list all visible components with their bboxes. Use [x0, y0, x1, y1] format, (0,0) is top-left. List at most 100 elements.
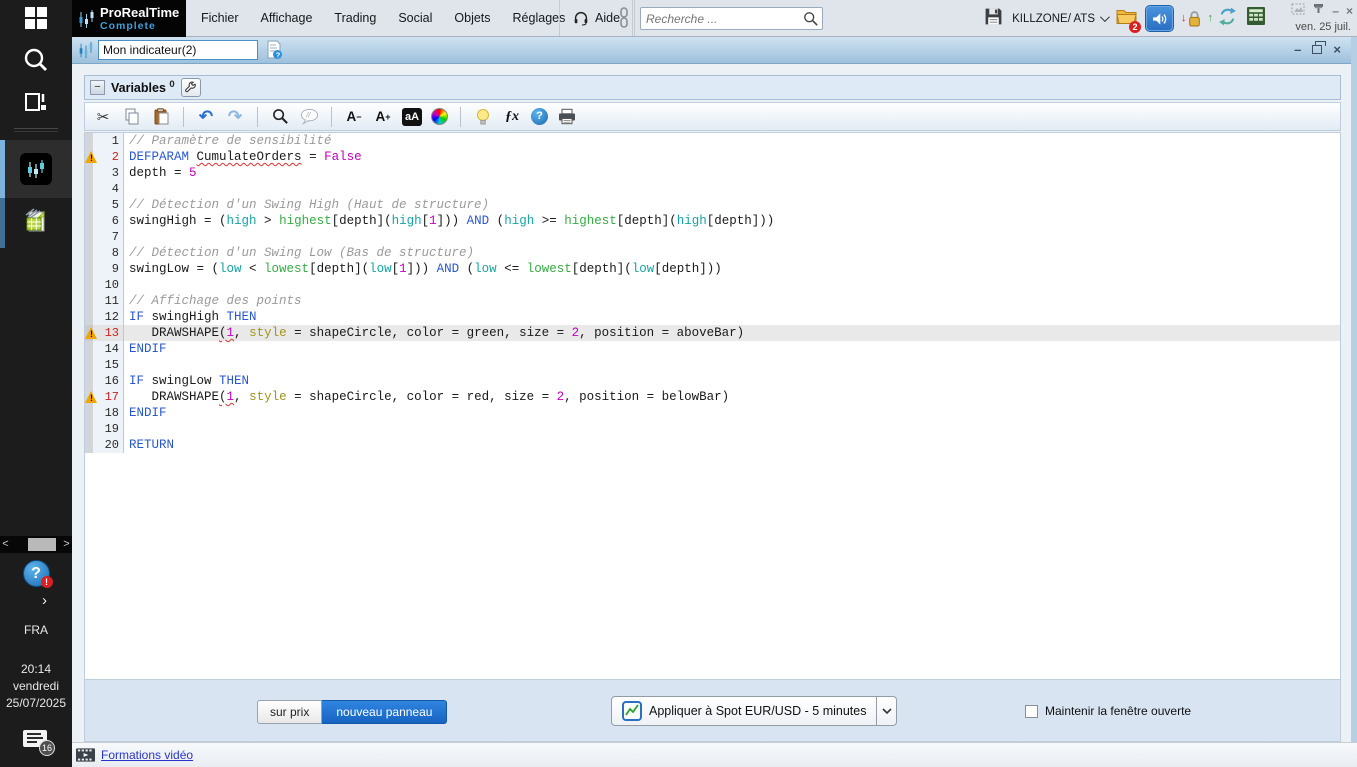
search-icon[interactable] — [0, 46, 72, 76]
color-wheel-icon[interactable] — [431, 108, 448, 125]
search-input[interactable] — [646, 9, 796, 28]
save-icon[interactable] — [984, 7, 1003, 31]
code-text: // Détection d'un Swing Low (Bas de stru… — [124, 245, 474, 261]
code-line[interactable]: 19 — [85, 421, 1340, 437]
paste-icon[interactable] — [151, 107, 171, 127]
code-line[interactable]: ! 17 DRAWSHAPE(1, style = shapeCircle, co… — [85, 389, 1340, 405]
messages-button[interactable]: 16 — [0, 730, 72, 756]
on-price-button[interactable]: sur prix — [257, 700, 323, 724]
apply-dropdown-chevron[interactable] — [877, 696, 898, 726]
code-line[interactable]: 8 // Détection d'un Swing Low (Bas de str… — [85, 245, 1340, 261]
code-line[interactable]: 11 // Affichage des points — [85, 293, 1340, 309]
expand-chevron-icon[interactable]: › — [42, 592, 47, 609]
new-panel-button[interactable]: nouveau panneau — [322, 700, 448, 724]
menu-item-fichier[interactable]: Fichier — [190, 0, 250, 36]
line-gutter: 1 — [85, 133, 124, 149]
collapse-variables-icon[interactable]: − — [90, 80, 105, 95]
code-line[interactable]: ! 2 DEFPARAM CumulateOrders = False — [85, 149, 1340, 165]
code-line[interactable]: 9 swingLow = (low < lowest[depth](low[1])… — [85, 261, 1340, 277]
arrow-down-red: ↓ — [1181, 11, 1187, 24]
apply-button[interactable]: Appliquer à Spot EUR/USD - 5 minutes — [611, 696, 878, 726]
minimize-window-icon[interactable]: – — [1294, 43, 1301, 56]
code-line[interactable]: 6 swingHigh = (high > highest[depth](high… — [85, 213, 1340, 229]
code-token: low — [474, 262, 497, 276]
code-line[interactable]: 15 — [85, 357, 1340, 373]
find-icon[interactable] — [270, 107, 290, 127]
pin-icon[interactable] — [1312, 2, 1325, 20]
sidebar-item-charts[interactable] — [0, 140, 72, 198]
code-line[interactable]: 1 // Paramètre de sensibilité — [85, 133, 1340, 149]
code-line[interactable]: 4 — [85, 181, 1340, 197]
sync-icon[interactable] — [1217, 6, 1238, 32]
font-style-icon[interactable]: aA — [402, 107, 422, 126]
menu-item-trading[interactable]: Trading — [323, 0, 387, 36]
code-text: IF swingLow THEN — [124, 373, 249, 389]
workspace-layout-icon[interactable] — [0, 88, 72, 116]
code-help-icon[interactable]: ? — [264, 40, 284, 65]
logo-candlestick-icon — [79, 9, 94, 28]
copy-icon[interactable] — [122, 107, 142, 127]
code-editor[interactable]: 1// Paramètre de sensibilité! 2 DEFPARAM C… — [84, 132, 1341, 679]
code-token: swingLow = ( — [129, 262, 220, 276]
code-line[interactable]: ! 13 DRAWSHAPE(1, style = shapeCircle, co… — [85, 325, 1340, 341]
orders-folder-button[interactable]: 2 — [1116, 7, 1141, 33]
restore-window-icon[interactable] — [1312, 41, 1327, 54]
search-magnifier-icon[interactable] — [803, 11, 819, 32]
line-gutter: ! 17 — [85, 389, 124, 405]
link-icon[interactable] — [613, 0, 635, 36]
code-text: // Affichage des points — [124, 293, 302, 309]
close-window-icon[interactable]: × — [1333, 43, 1341, 56]
sidebar-horizontal-scrollbar[interactable]: < > — [0, 536, 72, 553]
indicator-name-input[interactable] — [98, 40, 258, 60]
minimize-app-icon[interactable]: – — [1332, 4, 1339, 18]
global-search[interactable] — [640, 7, 823, 30]
comment-icon[interactable]: // — [299, 107, 319, 127]
code-text: ENDIF — [124, 405, 167, 421]
trading-lock-button[interactable]: ↓ ↑ — [1181, 8, 1213, 30]
code-token: [ — [421, 214, 430, 228]
menu-item-objets[interactable]: Objets — [443, 0, 501, 36]
video-training-link[interactable]: Formations vidéo — [101, 748, 193, 762]
line-gutter: 4 — [85, 181, 124, 197]
code-line[interactable]: 12 IF swingHigh THEN — [85, 309, 1340, 325]
sound-button[interactable] — [1145, 5, 1174, 32]
close-app-icon[interactable]: × — [1346, 4, 1353, 18]
line-gutter: 16 — [85, 373, 124, 389]
keep-window-open-option[interactable]: Maintenir la fenêtre ouverte — [1025, 704, 1191, 718]
screenshot-icon[interactable] — [1291, 2, 1305, 20]
code-line[interactable]: 18 ENDIF — [85, 405, 1340, 421]
code-line[interactable]: 3 depth = 5 — [85, 165, 1340, 181]
code-text: DRAWSHAPE(1, style = shapeCircle, color … — [124, 325, 745, 341]
account-selector[interactable]: KILLZONE/ ATS — [1012, 12, 1110, 25]
code-token: 1 — [399, 262, 407, 276]
speaker-icon — [1153, 12, 1167, 25]
menu-item-social[interactable]: Social — [387, 0, 443, 36]
print-icon[interactable] — [557, 107, 577, 127]
scroll-left-arrow[interactable]: < — [0, 536, 11, 553]
code-line[interactable]: 10 — [85, 277, 1340, 293]
increase-font-icon[interactable]: A + — [373, 107, 393, 127]
help-button[interactable]: ? ! — [0, 560, 72, 588]
decrease-font-icon[interactable]: A − — [344, 107, 364, 127]
sidebar-item-spreadsheet[interactable] — [0, 198, 72, 248]
scrollbar-track[interactable] — [11, 536, 61, 553]
code-token: lowest — [526, 262, 572, 276]
menu-item-affichage[interactable]: Affichage — [250, 0, 324, 36]
scroll-right-arrow[interactable]: > — [61, 536, 72, 553]
scrollbar-thumb[interactable] — [28, 538, 56, 551]
code-line[interactable]: 20 RETURN — [85, 437, 1340, 453]
editor-help-icon[interactable]: ? — [531, 108, 548, 125]
code-line[interactable]: 16 IF swingLow THEN — [85, 373, 1340, 389]
cut-icon[interactable]: ✂ — [93, 107, 113, 127]
functions-icon[interactable]: ƒx — [502, 107, 522, 127]
windows-start-icon[interactable] — [0, 7, 72, 29]
undo-icon[interactable]: ↶ — [196, 107, 216, 127]
keep-open-checkbox[interactable] — [1025, 704, 1038, 718]
variables-settings-button[interactable] — [180, 78, 201, 97]
code-line[interactable]: 14 ENDIF — [85, 341, 1340, 357]
code-line[interactable]: 5 // Détection d'un Swing High (Haut de s… — [85, 197, 1340, 213]
code-line[interactable]: 7 — [85, 229, 1340, 245]
order-panel-icon[interactable] — [1247, 7, 1265, 30]
suggestion-bulb-icon[interactable] — [473, 107, 493, 127]
redo-icon[interactable]: ↷ — [225, 107, 245, 127]
